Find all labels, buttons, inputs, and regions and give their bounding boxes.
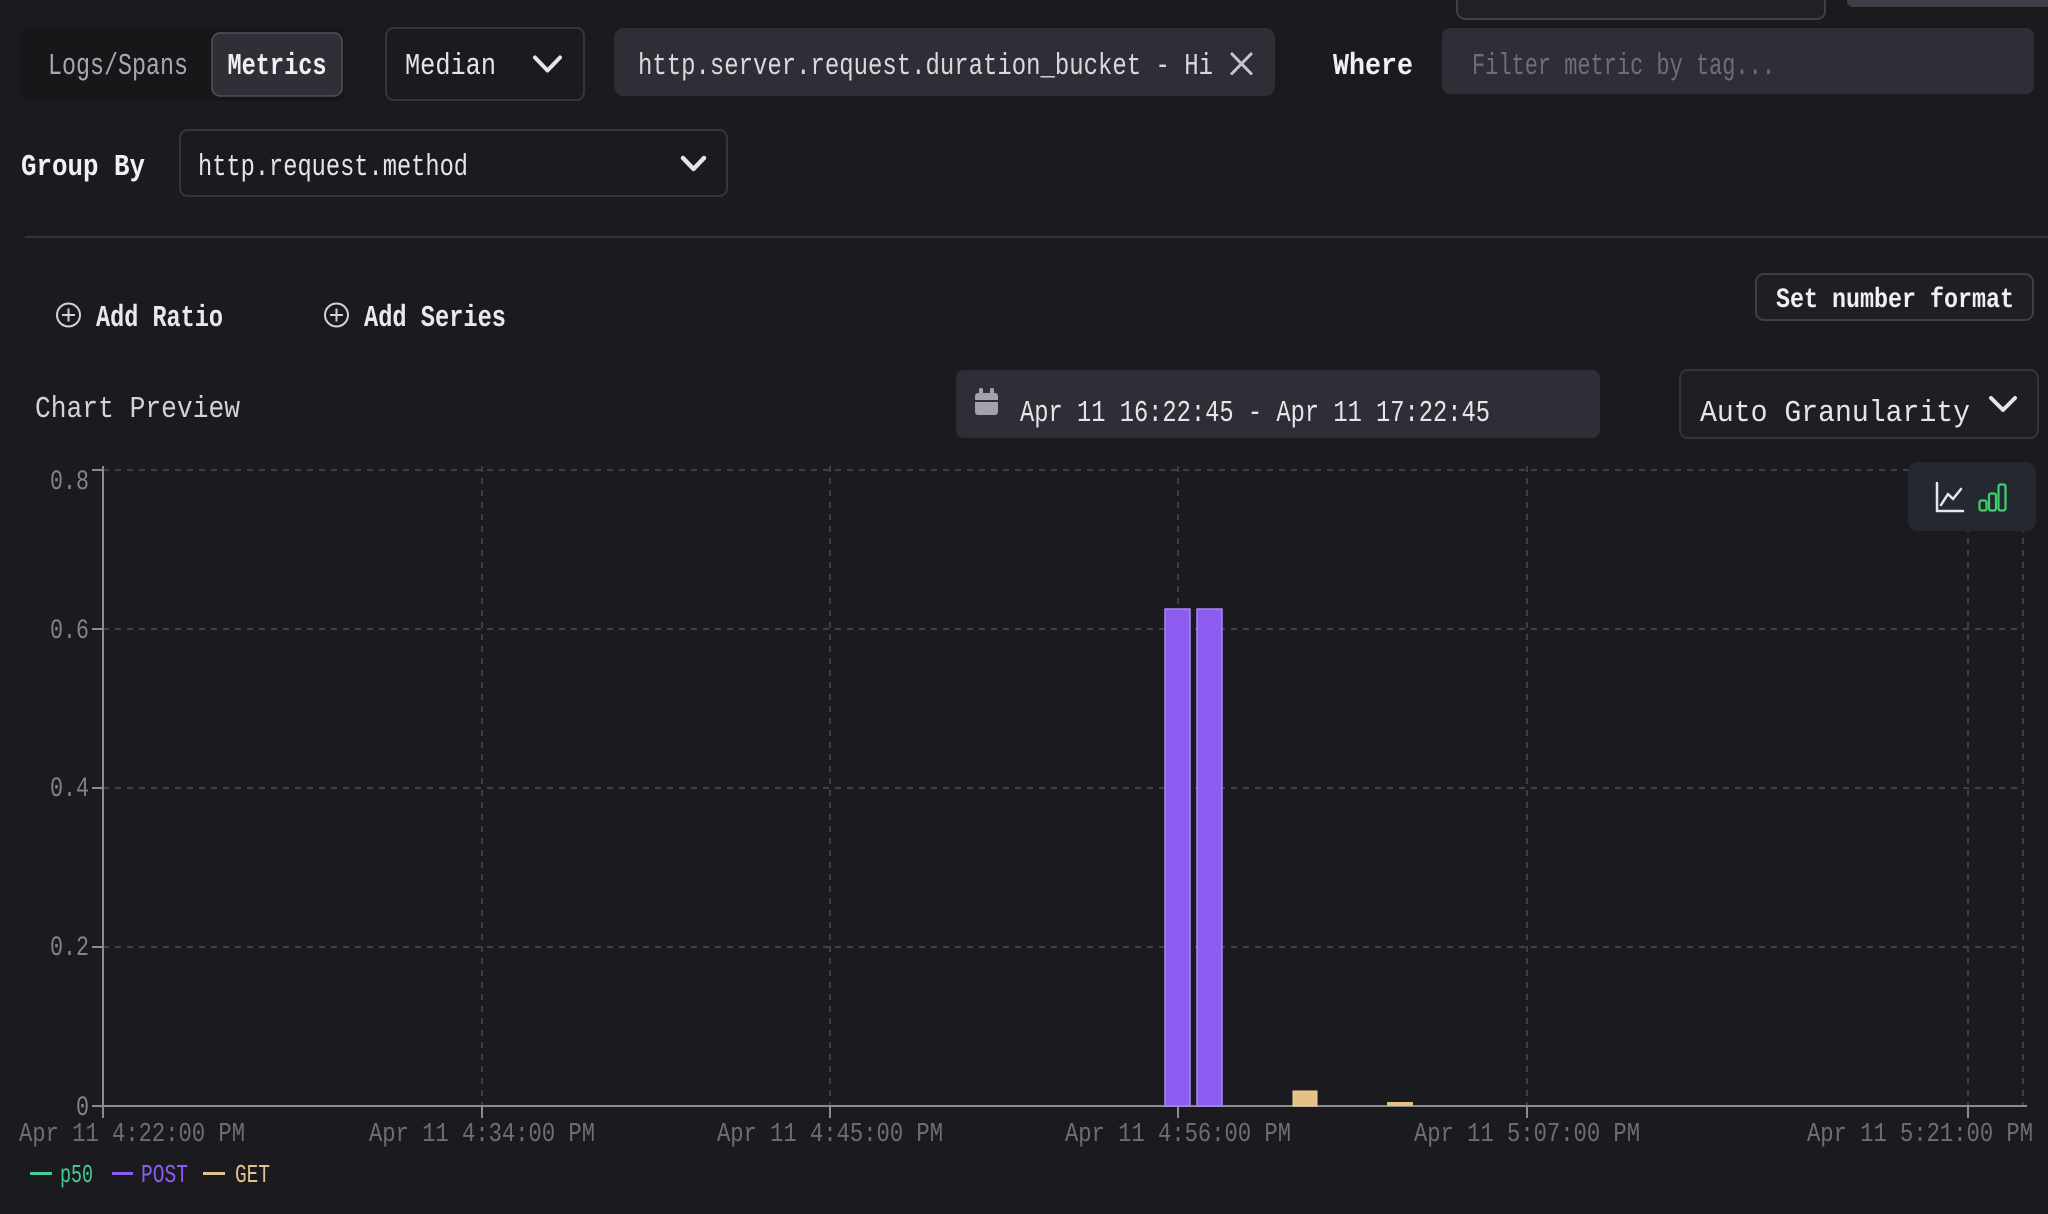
svg-text:Apr 11 4:22:00 PM: Apr 11 4:22:00 PM bbox=[19, 1120, 245, 1150]
svg-text:Filter metric by tag...: Filter metric by tag... bbox=[1472, 49, 1775, 84]
svg-text:Logs/Spans: Logs/Spans bbox=[48, 49, 188, 84]
svg-text:0.2: 0.2 bbox=[50, 933, 89, 964]
svg-text:Apr 11 4:56:00 PM: Apr 11 4:56:00 PM bbox=[1065, 1120, 1291, 1150]
svg-text:GET: GET bbox=[235, 1160, 270, 1190]
svg-text:Apr 11 5:21:00 PM: Apr 11 5:21:00 PM bbox=[1807, 1120, 2033, 1150]
svg-text:p50: p50 bbox=[60, 1160, 93, 1190]
svg-text:Apr 11 4:45:00 PM: Apr 11 4:45:00 PM bbox=[717, 1120, 943, 1150]
svg-text:Where: Where bbox=[1333, 49, 1413, 84]
svg-text:0.8: 0.8 bbox=[50, 467, 89, 498]
svg-text:Set number format: Set number format bbox=[1776, 285, 2014, 316]
svg-text:Apr 11 5:07:00 PM: Apr 11 5:07:00 PM bbox=[1414, 1120, 1640, 1150]
svg-text:Add Ratio: Add Ratio bbox=[96, 301, 223, 336]
svg-text:http.server.request.duration_b: http.server.request.duration_bucket - Hi bbox=[638, 49, 1213, 84]
svg-text:Auto Granularity: Auto Granularity bbox=[1700, 396, 1970, 431]
svg-text:Apr 11 16:22:45 - Apr 11 17:22: Apr 11 16:22:45 - Apr 11 17:22:45 bbox=[1020, 396, 1490, 431]
svg-text:Add Series: Add Series bbox=[364, 301, 506, 336]
svg-text:Group By: Group By bbox=[21, 150, 145, 185]
svg-text:Metrics: Metrics bbox=[228, 49, 327, 84]
svg-text:Apr 11 4:34:00 PM: Apr 11 4:34:00 PM bbox=[369, 1120, 595, 1150]
svg-text:Chart Preview: Chart Preview bbox=[35, 392, 240, 427]
svg-text:POST: POST bbox=[141, 1160, 188, 1190]
svg-text:Median: Median bbox=[405, 49, 496, 84]
svg-text:0.6: 0.6 bbox=[50, 616, 89, 647]
svg-text:0.4: 0.4 bbox=[50, 774, 89, 805]
svg-text:http.request.method: http.request.method bbox=[198, 150, 468, 185]
